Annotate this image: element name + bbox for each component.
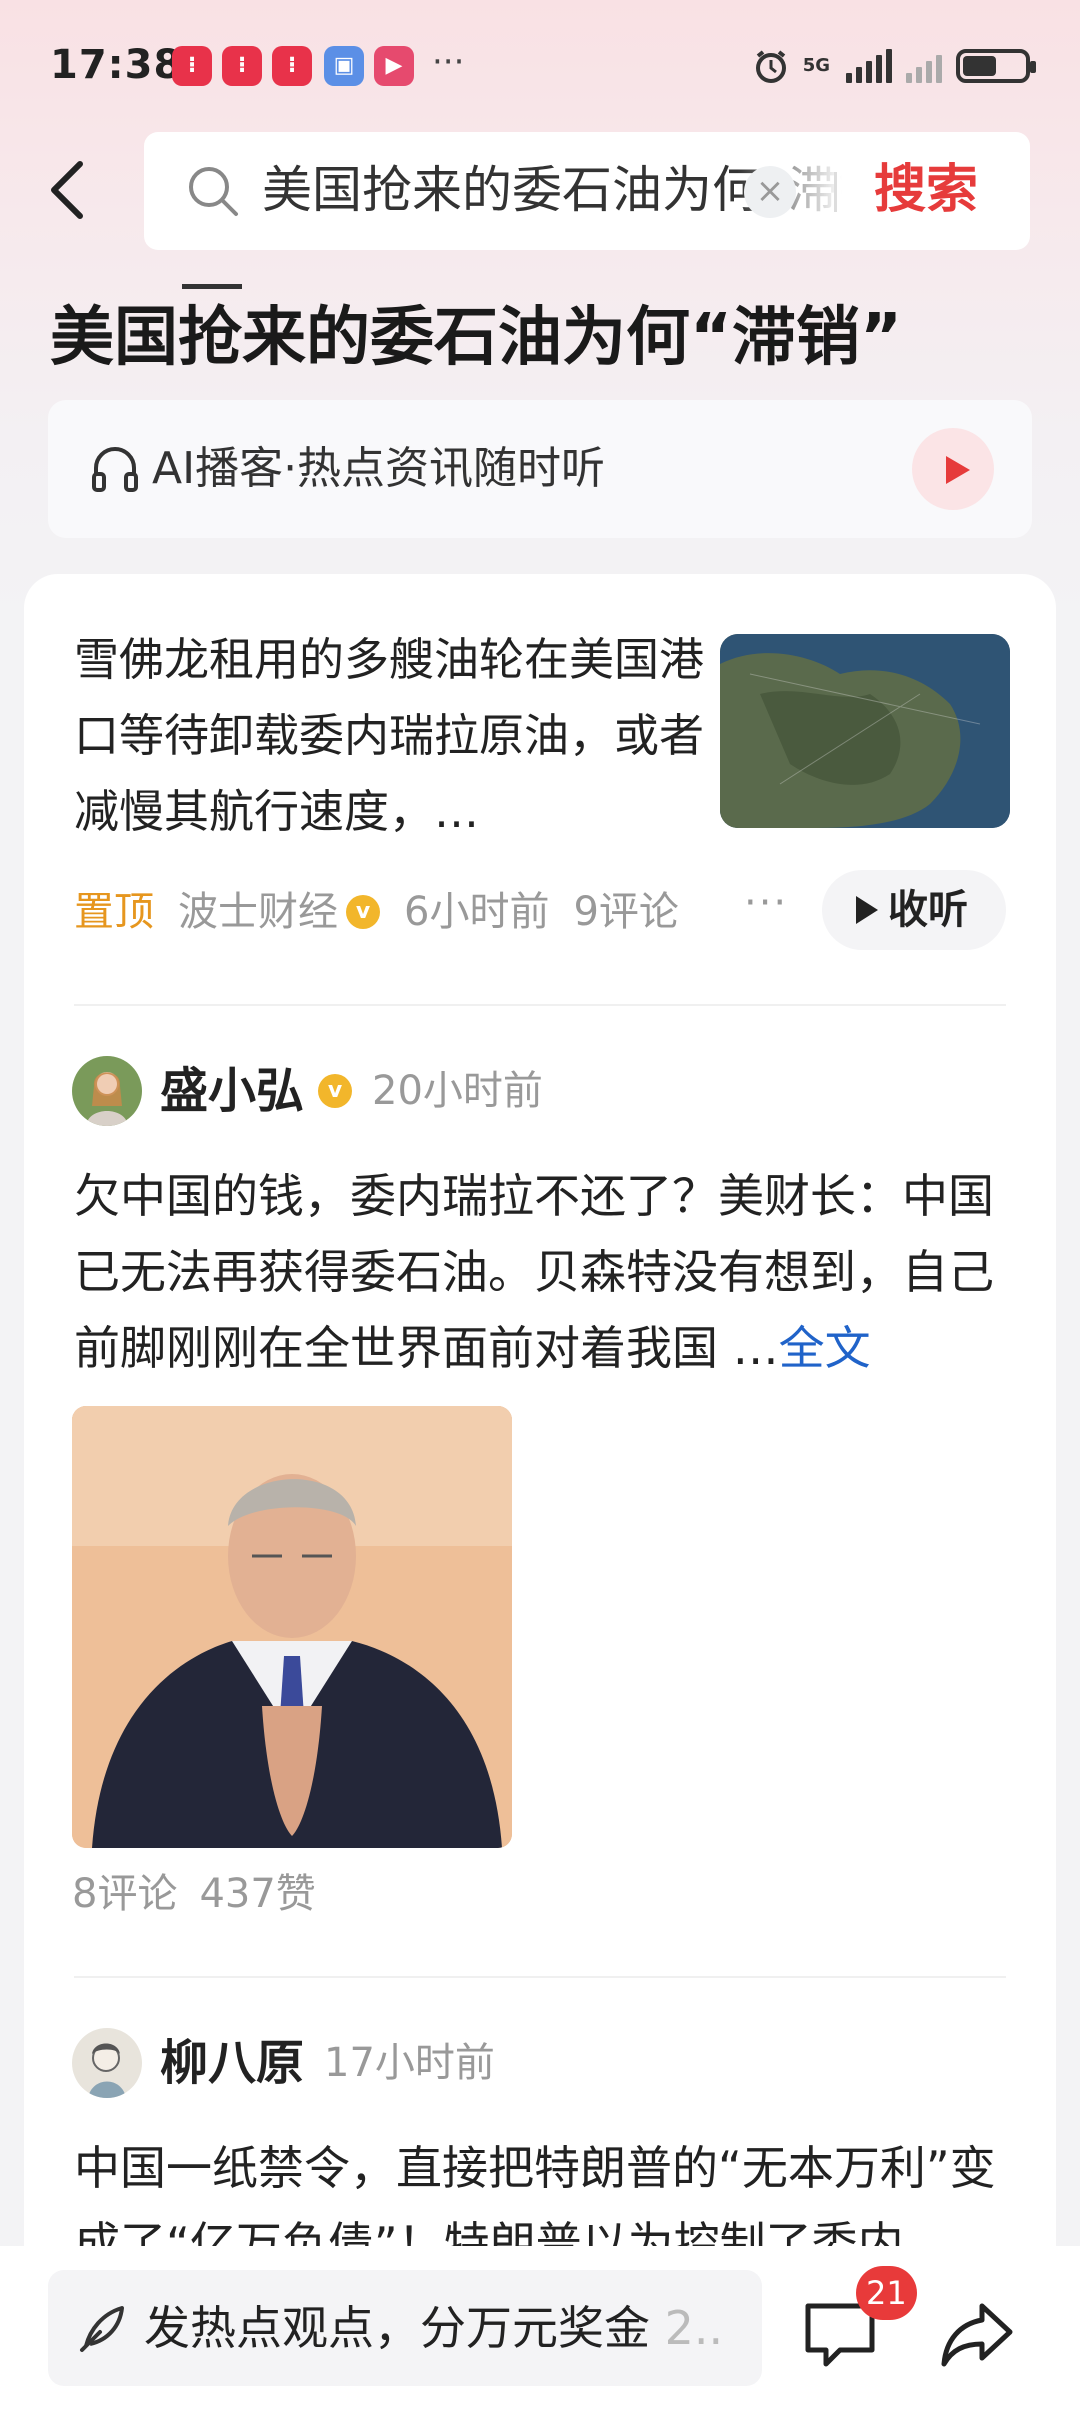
podcast-label: AI播客·热点资讯随时听: [152, 443, 606, 494]
post-time: 17小时前: [324, 2040, 495, 2086]
post-header: 盛小弘 v 20小时前: [72, 1056, 543, 1126]
battery-level: [963, 56, 996, 76]
news-meta: 置顶 波士财经 v 6小时前 9评论: [74, 882, 679, 942]
search-icon: [189, 167, 238, 216]
opinion-input-text: 发热点观点，分万元奖金 2..: [144, 2301, 724, 2355]
news-source[interactable]: 波士财经: [178, 882, 338, 942]
pen-icon: [80, 2306, 124, 2352]
avatar[interactable]: [72, 2028, 142, 2098]
news-time: 6小时前: [404, 889, 550, 935]
search-button[interactable]: 搜索: [874, 158, 978, 222]
comment-count-badge: 21: [856, 2266, 917, 2320]
clear-search-button[interactable]: ×: [744, 166, 796, 218]
post-text: 中国一纸禁令，直接把特朗普的“无本万利”变成了“亿万负债”！特朗普以为控制了委内: [74, 2141, 996, 2250]
post-body[interactable]: 欠中国的钱，委内瑞拉不还了？美财长：中国已无法再获得委石油。贝森特没有想到，自己…: [74, 1158, 1034, 1386]
post-stats: 8评论 437赞: [72, 1864, 316, 1924]
back-arrow-icon[interactable]: [40, 150, 100, 230]
avatar[interactable]: [72, 1056, 142, 1126]
results-card: 雪佛龙租用的多艘油轮在美国港口等待卸载委内瑞拉原油，或者减慢其航行速度，… 置顶…: [24, 574, 1056, 2412]
person-photo: [72, 1406, 512, 1848]
verified-badge-icon: v: [318, 1074, 353, 1108]
video-app-icon: ▶: [374, 46, 414, 86]
news-thumbnail-map[interactable]: [720, 634, 1010, 828]
network-type: 5G: [802, 55, 830, 76]
post-author[interactable]: 柳八原: [160, 2028, 304, 2098]
alarm-icon: [755, 50, 786, 83]
podcast-play-button[interactable]: [912, 428, 994, 510]
app-icon: ⁝: [172, 46, 212, 86]
listen-button[interactable]: 收听: [822, 870, 1006, 950]
status-time: 17:38: [50, 42, 183, 88]
post-author[interactable]: 盛小弘: [160, 1056, 304, 1126]
post-time: 20小时前: [372, 1068, 543, 1114]
signal-secondary-icon: [906, 49, 942, 83]
post-image[interactable]: [72, 1406, 512, 1848]
signal-icon: [846, 49, 892, 83]
search-divider: [834, 172, 837, 212]
news-comment-count: 9评论: [573, 889, 679, 935]
more-notifications: ···: [432, 42, 465, 82]
divider: [74, 1004, 1006, 1006]
opinion-input[interactable]: 发热点观点，分万元奖金 2..: [48, 2270, 762, 2386]
title-decoration: [182, 284, 242, 289]
post-header: 柳八原 17小时前: [72, 2028, 495, 2098]
divider: [74, 1976, 1006, 1978]
news-summary[interactable]: 雪佛龙租用的多艘油轮在美国港口等待卸载委内瑞拉原油，或者减慢其航行速度，…: [74, 622, 704, 850]
post-body[interactable]: 中国一纸禁令，直接把特朗普的“无本万利”变成了“亿万负债”！特朗普以为控制了委内: [74, 2130, 1034, 2250]
page-title: 美国抢来的委石油为何“滞销”: [50, 301, 903, 375]
status-bar: 17:38 ⁝ ⁝ ⁝ ▣ ▶ ··· 5G: [0, 0, 1080, 130]
search-bar[interactable]: 美国抢来的委石油为何“滞销” × 搜索: [144, 132, 1030, 250]
share-icon[interactable]: [938, 2298, 1016, 2370]
ai-podcast-bar[interactable]: AI播客·热点资讯随时听: [48, 400, 1032, 538]
app-icon: ▣: [324, 46, 364, 86]
full-text-link[interactable]: 全文: [779, 1321, 871, 1375]
bottom-bar: 发热点观点，分万元奖金 2.. 21: [0, 2246, 1080, 2412]
app-icon: ⁝: [272, 46, 312, 86]
status-indicators: 5G: [753, 44, 1036, 88]
news-more-button[interactable]: ···: [744, 880, 788, 926]
map-image: [720, 634, 1010, 828]
post-comment-count[interactable]: 8评论: [72, 1871, 177, 1917]
post-like-count[interactable]: 437赞: [199, 1871, 315, 1917]
battery-icon: [956, 49, 1036, 83]
verified-badge-icon: v: [346, 895, 380, 929]
app-icon: ⁝: [222, 46, 262, 86]
pinned-tag: 置顶: [74, 889, 154, 935]
headphones-icon: [92, 447, 138, 492]
